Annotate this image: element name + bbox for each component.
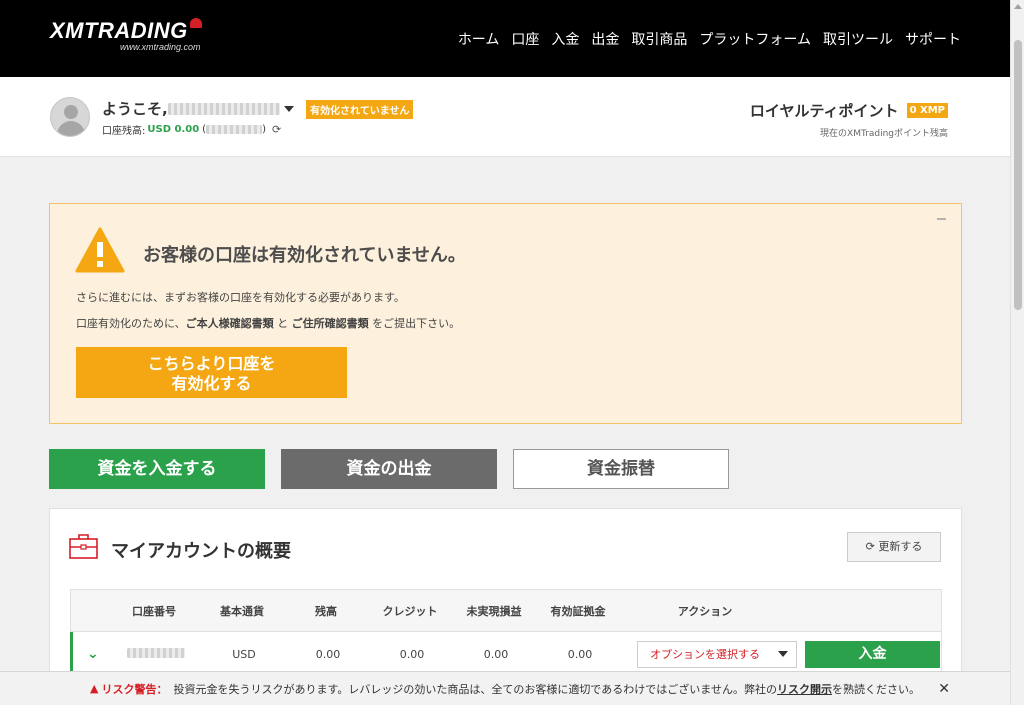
warning-triangle-icon [75,227,125,273]
activation-warning-panel: お客様の口座は有効化されていません。 さらに進むには、まずお客様の口座を有効化す… [49,203,962,424]
loyalty-title-row: ロイヤルティポイント 0 XMP [750,100,948,121]
col-unrealized-pnl: 未実現損益 [466,604,522,618]
update-button-label: 更新する [878,540,923,553]
loyalty-points: ロイヤルティポイント 0 XMP 現在のXMTradingポイント残高 [750,100,948,139]
top-navbar: XMTRADING www.xmtrading.com ホーム 口座 入金 出金… [0,0,1010,77]
deposit-funds-button[interactable]: 資金を入金する [49,449,265,489]
welcome-text: ようこそ, [102,100,168,118]
row-deposit-button[interactable]: 入金 [805,640,940,668]
nav-support[interactable]: サポート [905,29,961,49]
nav-withdrawal[interactable]: 出金 [591,29,619,49]
account-balance: 口座残高: USD 0.00 ( ) ⟳ [102,122,281,137]
main-nav: ホーム 口座 入金 出金 取引商品 プラットフォーム 取引ツール サポート [458,29,961,49]
logo-wordmark: XMTRADING [50,18,202,44]
nav-home[interactable]: ホーム [458,29,500,49]
warning-line2-e: をご提出下さい。 [368,317,461,330]
risk-text: 投資元金を失うリスクがあります。レバレッジの効いた商品は、全てのお客様に適切であ… [173,682,777,696]
loyalty-title: ロイヤルティポイント [749,102,899,120]
warning-line2-a: 口座有効化のために、 [76,317,186,330]
nav-deposit[interactable]: 入金 [551,29,579,49]
warning-text-line2: 口座有効化のために、ご本人様確認書類 と ご住所確認書類 をご提出下さい。 [76,315,460,331]
col-action: アクション [677,604,733,618]
warning-icon: ▲ [90,682,99,695]
nav-tools[interactable]: 取引ツール [823,29,893,49]
nav-products[interactable]: 取引商品 [631,29,687,49]
risk-label: リスク警告： [101,682,168,696]
withdraw-funds-button[interactable]: 資金の出金 [281,449,497,489]
xmtrading-logo[interactable]: XMTRADING www.xmtrading.com [50,18,202,52]
redacted-account-number [206,125,263,134]
risk-disclosure-link[interactable]: リスク開示 [777,681,832,697]
risk-warning-banner: ▲ リスク警告： 投資元金を失うリスクがあります。レバレッジの効いた商品は、全て… [0,671,1010,705]
balance-cell: 0.00 [315,647,341,661]
briefcase-icon [69,534,98,559]
redacted-account-id [127,647,185,658]
nav-platforms[interactable]: プラットフォーム [699,29,811,49]
welcome-user-menu[interactable]: ようこそ, [102,98,294,119]
logo-text: XMTRADING [50,18,188,43]
risk-text-after: を熟読ください。 [831,682,920,696]
close-icon[interactable]: ✕ [938,681,950,697]
col-equity: 有効証拠金 [550,604,606,618]
avatar[interactable] [50,97,90,137]
minimize-icon[interactable] [937,218,946,220]
user-header: ようこそ, 有効化されていません 口座残高: USD 0.00 ( ) ⟳ ロイ… [0,77,1010,157]
xmp-badge: 0 XMP [906,103,948,118]
status-badge: 有効化されていません [306,100,414,119]
refresh-icon: ⟳ [865,540,875,553]
id-document-link[interactable]: ご本人様確認書類 [186,317,274,330]
warning-title: お客様の口座は有効化されていません。 [143,245,466,266]
santa-hat-icon [189,18,202,28]
scroll-up-arrow-icon[interactable] [1014,4,1022,9]
activate-account-button[interactable]: こちらより口座を 有効化する [76,347,347,398]
scrollbar-thumb[interactable] [1014,40,1022,310]
credit-cell: 0.00 [399,647,425,661]
account-overview-panel: マイアカウントの概要 ⟳ 更新する 口座番号 基本通貨 残高 クレジット 未実現… [49,508,962,689]
loyalty-subtitle: 現在のXMTradingポイント残高 [820,129,948,139]
avatar-body-shape [57,121,85,136]
balance-value: USD 0.00 [147,124,200,135]
update-button[interactable]: ⟳ 更新する [847,532,941,562]
option-select-dropdown[interactable]: オプションを選択する [637,640,797,668]
account-number-cell [111,647,201,661]
chevron-down-icon[interactable]: ⌄ [73,646,99,662]
col-balance: 残高 [315,604,337,618]
refresh-icon[interactable]: ⟳ [272,123,281,136]
col-base-currency: 基本通貨 [220,604,264,618]
currency-cell: USD [232,647,256,661]
activate-button-line2: 有効化する [171,376,252,393]
warning-line2-c: と [273,317,292,330]
table-row: ⌄ USD 0.00 0.00 0.00 0.00 オプションを選択する 入金 [70,632,941,676]
activate-button-line1: こちらより口座を [147,356,276,373]
logo-url: www.xmtrading.com [120,42,201,52]
balance-paren-close: ) [262,124,266,135]
table-header: 口座番号 基本通貨 残高 クレジット 未実現損益 有効証拠金 アクション [71,590,941,632]
account-overview-title: マイアカウントの概要 [111,541,291,562]
balance-label: 口座残高: [102,126,146,137]
expand-cell[interactable]: ⌄ [73,646,111,662]
equity-cell: 0.00 [567,647,593,661]
chevron-down-icon [778,651,788,657]
warning-text-line1: さらに進むには、まずお客様の口座を有効化する必要があります。 [76,291,405,304]
unrealized-cell: 0.00 [483,647,509,661]
option-select-label: オプションを選択する [650,648,760,661]
col-credit: クレジット [382,604,438,618]
col-account-number: 口座番号 [132,604,176,618]
nav-accounts[interactable]: 口座 [511,29,539,49]
transfer-funds-button[interactable]: 資金振替 [513,449,729,489]
avatar-head-shape [64,105,78,119]
user-dropdown-icon[interactable] [283,105,294,112]
vertical-scrollbar[interactable] [1010,0,1024,705]
redacted-username [167,102,280,115]
address-document-link[interactable]: ご住所確認書類 [292,317,369,330]
